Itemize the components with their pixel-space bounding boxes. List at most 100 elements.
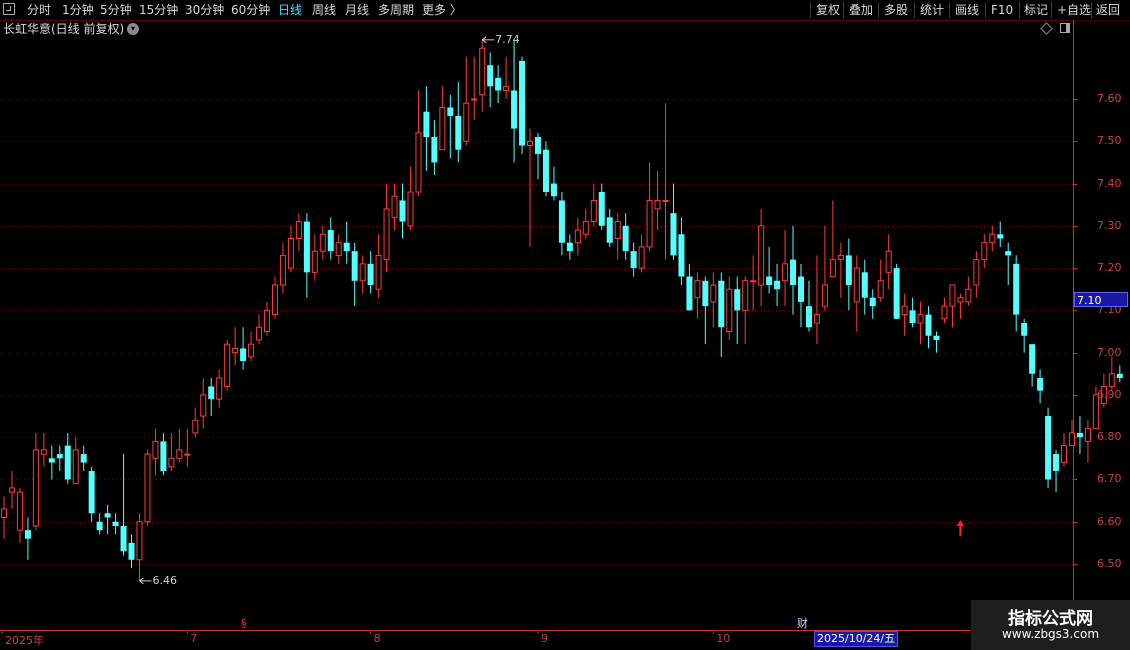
candle-body-up	[471, 98, 478, 101]
candle-body-up	[1061, 445, 1068, 464]
candle-body-up	[1084, 428, 1091, 442]
candle-body-up	[40, 449, 47, 455]
date-tick-label: 7	[190, 632, 198, 645]
candle-body-down	[622, 225, 629, 252]
candle-body-up	[582, 221, 589, 235]
price-tick-label: 6.80	[1097, 430, 1122, 444]
candle-body-up	[614, 221, 621, 240]
candle-body-down	[1005, 251, 1012, 256]
current-price-label: 7.10	[1074, 292, 1128, 307]
candle-body-down	[367, 263, 374, 285]
candle-body-down	[933, 335, 940, 340]
candle-body-up	[638, 246, 645, 269]
candle-body-down	[128, 542, 135, 560]
candle-body-up	[885, 250, 892, 273]
candle-body-down	[112, 521, 119, 526]
candle-body-up	[295, 221, 302, 240]
candle-body-up	[710, 284, 717, 303]
candle-body-up	[335, 242, 342, 256]
candle-body-up	[248, 343, 255, 358]
candle-body-up	[989, 233, 996, 244]
candle-body-down	[64, 445, 71, 480]
candle-body-down	[303, 221, 310, 273]
candle-body-up	[646, 199, 653, 248]
candle-body-up	[264, 309, 271, 333]
candle-body-down	[630, 251, 637, 269]
candle-body-down	[431, 137, 438, 163]
low-price-annotation: 6.46	[152, 573, 177, 587]
candle-body-down	[208, 386, 215, 400]
price-tick-label: 7.20	[1097, 261, 1122, 275]
candle-body-up	[837, 254, 844, 261]
candle-body-down	[925, 314, 932, 336]
candle-body-down	[550, 183, 557, 197]
candle-body-down	[1053, 454, 1060, 471]
candle-body-down	[160, 441, 167, 471]
candle-body-down	[511, 90, 518, 129]
candle-body-up	[32, 449, 39, 527]
financial-report-marker[interactable]: 财	[797, 615, 808, 631]
candle-body-up	[144, 453, 151, 523]
candle-body-up	[200, 394, 207, 417]
candle-body-up	[1, 508, 7, 518]
candle-body-down	[702, 280, 709, 307]
date-tick-label: 9	[540, 632, 548, 645]
price-tick-label: 6.60	[1097, 514, 1122, 528]
candle-body-up	[311, 250, 318, 273]
candle-body-up	[853, 267, 860, 303]
candle-body-down	[798, 276, 804, 302]
candle-body-down	[766, 276, 773, 285]
candle-body-up	[8, 487, 15, 493]
date-tick-label: 10	[716, 632, 731, 645]
candle-body-down	[455, 115, 462, 150]
candlestick-chart	[0, 20, 1123, 650]
candle-body-up	[407, 191, 414, 227]
candle-body-up	[574, 229, 581, 244]
candle-body-up	[750, 280, 757, 283]
candle-body-down	[718, 280, 725, 328]
candle-body-up	[463, 102, 470, 142]
candle-body-up	[742, 280, 749, 311]
candle-body-down	[558, 200, 565, 243]
candle-body-down	[1076, 432, 1083, 438]
candle-body-up	[192, 419, 199, 434]
watermark-url: www.zbgs3.com	[1001, 627, 1100, 641]
candle-body-up	[287, 238, 294, 269]
candle-body-down	[351, 251, 358, 281]
candle-body-up	[136, 521, 143, 561]
event-marker-s[interactable]: §	[241, 617, 247, 630]
candle-body-down	[686, 276, 693, 311]
candle-body-up	[758, 225, 765, 286]
candle-body-up	[479, 47, 486, 96]
candle-body-down	[566, 242, 573, 252]
candle-body-up	[375, 254, 382, 290]
candle-body-down	[120, 525, 127, 552]
candle-body-up	[917, 314, 924, 324]
candle-body-up	[415, 132, 422, 193]
candle-body-down	[24, 530, 31, 539]
candle-body-up	[271, 284, 278, 316]
candle-body-down	[495, 77, 502, 91]
candle-body-down	[447, 107, 454, 116]
candle-body-down	[399, 200, 406, 222]
candle-body-down	[88, 471, 95, 514]
candle-body-down	[1037, 378, 1044, 391]
candle-body-up	[279, 254, 286, 286]
candle-body-up	[1108, 373, 1115, 387]
price-tick-label: 7.50	[1097, 134, 1122, 148]
candle-body-up	[654, 199, 661, 210]
candle-body-down	[909, 310, 916, 324]
candle-body-up	[176, 449, 183, 459]
candle-body-up	[152, 440, 159, 459]
candle-body-up	[527, 140, 534, 146]
candle-body-down	[598, 192, 605, 226]
candle-body-down	[104, 513, 111, 518]
candle-body-down	[343, 242, 350, 252]
candle-body-up	[503, 85, 510, 92]
candle-body-up	[359, 263, 366, 282]
candle-body-up	[216, 377, 223, 400]
candle-body-down	[893, 268, 900, 319]
candle-body-down	[487, 65, 494, 87]
cursor-date-label: 2025/10/24/五	[814, 631, 899, 647]
candle-body-down	[542, 149, 549, 192]
